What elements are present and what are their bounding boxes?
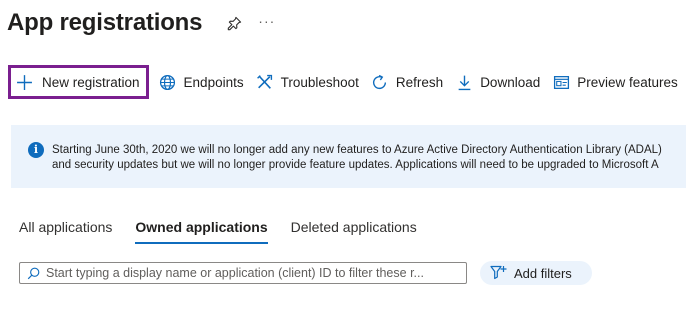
plus-icon bbox=[15, 73, 33, 91]
globe-icon bbox=[159, 73, 177, 91]
info-banner-line-2: and security updates but we will no long… bbox=[52, 159, 659, 171]
add-filters-label: Add filters bbox=[514, 265, 572, 281]
download-label: Download bbox=[480, 74, 541, 90]
refresh-icon bbox=[371, 73, 389, 91]
download-button[interactable]: Download bbox=[449, 66, 546, 98]
troubleshoot-label: Troubleshoot bbox=[280, 74, 359, 90]
search-input[interactable] bbox=[46, 266, 466, 280]
new-registration-button[interactable]: New registration bbox=[8, 65, 149, 99]
info-icon: i bbox=[28, 142, 44, 158]
tab-all-applications[interactable]: All applications bbox=[19, 212, 112, 242]
download-icon bbox=[455, 73, 473, 91]
search-icon bbox=[25, 265, 41, 281]
title-row: App registrations ··· bbox=[7, 6, 275, 40]
add-filters-button[interactable]: Add filters bbox=[480, 261, 592, 285]
refresh-button[interactable]: Refresh bbox=[365, 66, 449, 98]
tools-icon bbox=[256, 73, 274, 91]
preview-features-label: Preview features bbox=[577, 74, 678, 90]
info-banner-line-1: Starting June 30th, 2020 we will no long… bbox=[52, 144, 662, 156]
application-tabs: All applications Owned applications Dele… bbox=[19, 212, 440, 244]
pin-icon[interactable] bbox=[226, 15, 242, 31]
endpoints-label: Endpoints bbox=[183, 74, 244, 90]
tab-owned-applications[interactable]: Owned applications bbox=[135, 212, 268, 244]
info-banner-text: Starting June 30th, 2020 we will no long… bbox=[52, 143, 662, 173]
info-banner: i Starting June 30th, 2020 we will no lo… bbox=[11, 125, 686, 188]
tab-deleted-applications[interactable]: Deleted applications bbox=[291, 212, 417, 242]
refresh-label: Refresh bbox=[395, 74, 444, 90]
command-bar: New registration Endpoints Troubleshoot … bbox=[8, 65, 686, 99]
preview-features-button[interactable]: Preview features bbox=[546, 66, 684, 98]
more-options-icon[interactable]: ··· bbox=[258, 13, 275, 29]
preview-features-icon bbox=[552, 73, 570, 91]
search-box bbox=[19, 262, 467, 284]
new-registration-label: New registration bbox=[42, 74, 140, 90]
add-filter-icon bbox=[490, 264, 508, 282]
endpoints-button[interactable]: Endpoints bbox=[153, 66, 250, 98]
troubleshoot-button[interactable]: Troubleshoot bbox=[250, 66, 365, 98]
page-title: App registrations bbox=[7, 9, 203, 36]
